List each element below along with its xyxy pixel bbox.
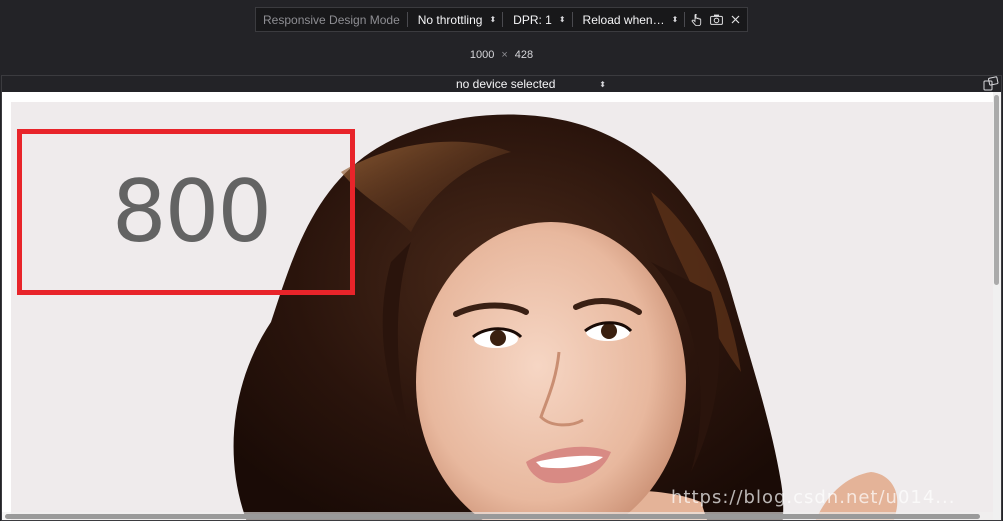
device-toolbar: no device selected ⬍ <box>2 76 1001 92</box>
rotate-icon <box>983 76 999 91</box>
reload-label: Reload when… <box>582 12 665 27</box>
vertical-scrollbar[interactable] <box>993 92 1001 520</box>
watermark-text: https://blog.csdn.net/u014... <box>671 487 956 508</box>
reload-when-select[interactable]: Reload when… ⬍ <box>573 13 685 27</box>
horizontal-scrollbar-thumb[interactable] <box>5 514 980 519</box>
vertical-scrollbar-thumb[interactable] <box>994 95 999 285</box>
rdm-toolbar: Responsive Design Mode No throttling ⬍ D… <box>255 7 748 32</box>
close-icon <box>731 15 740 24</box>
annotation-number: 800 <box>111 162 272 262</box>
device-select-label: no device selected <box>456 77 556 91</box>
updown-chevron-icon: ⬍ <box>558 15 566 24</box>
touch-simulation-button[interactable] <box>691 13 702 26</box>
throttling-select[interactable]: No throttling ⬍ <box>408 13 502 27</box>
touch-icon <box>691 13 702 26</box>
device-select[interactable]: no device selected ⬍ <box>456 77 606 91</box>
page-viewport[interactable]: 800 https://blog.csdn.net/u014... <box>2 92 1001 520</box>
updown-chevron-icon: ⬍ <box>489 15 497 24</box>
screenshot-button[interactable] <box>710 14 724 25</box>
close-rdm-button[interactable] <box>731 15 740 24</box>
horizontal-scrollbar[interactable] <box>2 512 993 520</box>
updown-chevron-icon: ⬍ <box>599 79 606 89</box>
dpr-label: DPR: 1 <box>513 12 552 27</box>
dpr-select[interactable]: DPR: 1 ⬍ <box>503 13 571 27</box>
annotation-box: 800 <box>17 129 355 295</box>
portrait-photo: 800 https://blog.csdn.net/u014... <box>11 102 993 520</box>
viewport-width[interactable]: 1000 <box>470 49 494 61</box>
size-separator: × <box>501 49 508 61</box>
throttling-label: No throttling <box>417 12 483 27</box>
toolbar-icon-group <box>685 13 740 26</box>
updown-chevron-icon: ⬍ <box>671 15 679 24</box>
rdm-title: Responsive Design Mode <box>263 12 400 27</box>
device-frame: no device selected ⬍ 800 https://blog.cs… <box>1 75 1002 521</box>
viewport-size-readout: 1000 × 428 <box>0 49 1003 61</box>
viewport-height[interactable]: 428 <box>515 49 533 61</box>
screenshot-icon <box>710 14 724 25</box>
